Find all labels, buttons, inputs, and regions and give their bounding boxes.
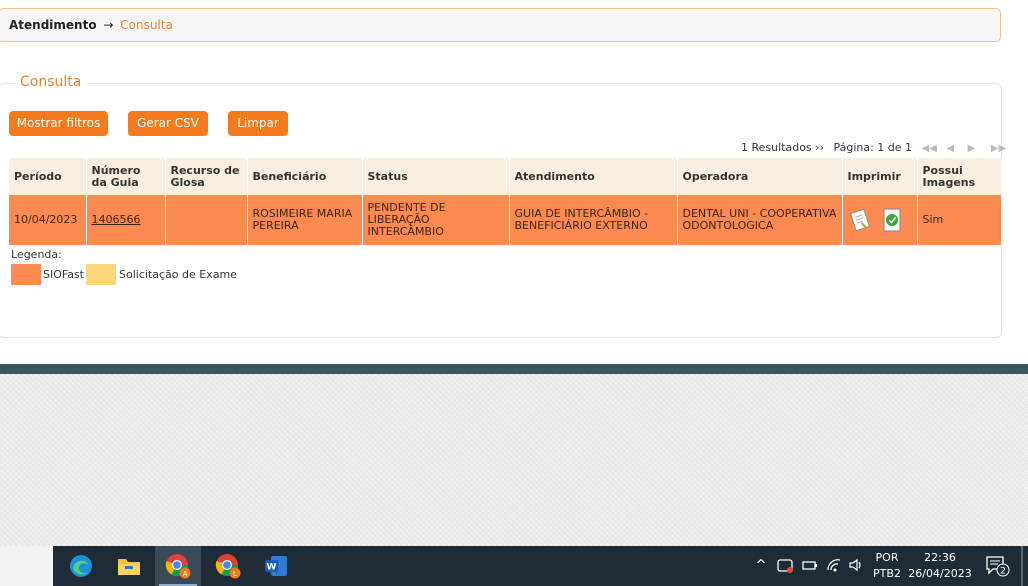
chrome-icon: L <box>215 554 241 579</box>
page-scrollbar[interactable] <box>1017 0 1028 364</box>
taskbar: A L W ^ POR PTB2 22:36 26/04/2023 2 <box>0 546 1028 586</box>
cell-imprimir <box>842 195 918 245</box>
cell-recurso-glosa <box>165 195 248 245</box>
panel-title: Consulta <box>14 74 88 90</box>
notification-icon: 2 <box>986 556 1010 577</box>
show-desktop-button[interactable] <box>1021 546 1023 586</box>
generate-csv-button[interactable]: Gerar CSV <box>128 111 208 136</box>
folder-icon <box>118 559 140 575</box>
cell-possui-imagens: Sim <box>917 195 1002 245</box>
show-filters-button[interactable]: Mostrar filtros <box>9 111 108 136</box>
chrome-profile-badge-a: A <box>183 570 188 578</box>
notification-center-button[interactable]: 2 <box>984 554 1012 578</box>
breadcrumb-root[interactable]: Atendimento <box>9 18 97 32</box>
clock-time: 22:36 <box>924 551 956 564</box>
legend-label-siofast: SIOFast <box>43 268 84 281</box>
next-page-icon[interactable]: ▶ <box>968 143 976 154</box>
cell-periodo: 10/04/2023 <box>9 195 87 245</box>
system-clock[interactable]: 22:36 26/04/2023 <box>906 550 974 582</box>
taskbar-file-explorer[interactable] <box>106 546 152 586</box>
breadcrumb: Atendimento → Consulta <box>0 8 1001 42</box>
word-letter: W <box>267 563 277 573</box>
pagination: 1 Resultados ›› Página: 1 de 1 ◀◀ ◀ ▶ ▶▶ <box>741 141 1006 156</box>
legend: SIOFast Solicitação de Exame <box>11 264 237 285</box>
header-imprimir: Imprimir <box>842 158 918 195</box>
input-language[interactable]: POR PTB2 <box>870 550 904 582</box>
table-header-row: Período Número da Guia Recurso de Glosa … <box>9 158 1002 195</box>
tray-network-icon[interactable] <box>824 556 844 576</box>
app-window: Atendimento → Consulta Consulta Mostrar … <box>0 0 1028 364</box>
taskbar-chrome-a[interactable]: A <box>155 546 201 586</box>
word-icon: W <box>265 556 287 576</box>
taskbar-edge[interactable] <box>58 546 104 586</box>
legend-title: Legenda: <box>11 248 62 261</box>
print-approved-icon[interactable] <box>882 208 902 232</box>
breadcrumb-current: Consulta <box>120 18 173 32</box>
header-possui-imagens[interactable]: Possui Imagens <box>917 158 1002 195</box>
desktop-background <box>0 374 1028 546</box>
taskbar-search-area[interactable] <box>0 546 53 586</box>
legend-swatch-exame <box>86 264 116 285</box>
prev-page-icon[interactable]: ◀ <box>946 143 954 154</box>
tray-chevron-icon[interactable]: ^ <box>751 556 771 576</box>
results-table: Período Número da Guia Recurso de Glosa … <box>9 158 1002 245</box>
first-page-icon[interactable]: ◀◀ <box>922 143 937 154</box>
tray-battery-icon[interactable] <box>800 556 820 576</box>
tray-volume-icon[interactable] <box>846 556 866 576</box>
last-page-icon[interactable]: ▶▶ <box>991 143 1006 154</box>
chrome-profile-badge-l: L <box>233 570 237 578</box>
results-count: 1 Resultados ›› <box>741 141 824 154</box>
table-row[interactable]: 10/04/2023 1406566 ROSIMEIRE MARIA PEREI… <box>9 195 1002 245</box>
breadcrumb-arrow: → <box>103 18 114 32</box>
cell-beneficiario: ROSIMEIRE MARIA PEREIRA <box>247 195 363 245</box>
cell-operadora: DENTAL UNI - COOPERATIVA ODONTOLOGICA <box>677 195 843 245</box>
language-code: POR <box>875 551 899 564</box>
header-recurso-glosa[interactable]: Recurso de Glosa <box>165 158 248 195</box>
cell-numero-guia: 1406566 <box>86 195 166 245</box>
edge-icon <box>70 555 92 577</box>
taskbar-chrome-l[interactable]: L <box>205 546 251 586</box>
clear-button[interactable]: Limpar <box>228 111 288 136</box>
clock-date: 26/04/2023 <box>908 567 972 580</box>
header-numero-guia[interactable]: Número da Guia <box>86 158 166 195</box>
header-beneficiario[interactable]: Beneficiário <box>247 158 363 195</box>
window-border <box>0 364 1028 374</box>
taskbar-word[interactable]: W <box>253 546 299 586</box>
keyboard-layout: PTB2 <box>873 567 901 580</box>
header-operadora[interactable]: Operadora <box>677 158 843 195</box>
page-info: Página: 1 de 1 <box>833 141 913 154</box>
chrome-icon: A <box>165 554 191 579</box>
header-periodo[interactable]: Período <box>9 158 87 195</box>
legend-label-exame: Solicitação de Exame <box>119 268 237 281</box>
header-status[interactable]: Status <box>362 158 510 195</box>
cell-atendimento: GUIA DE INTERCÂMBIO - BENEFICIÁRIO EXTER… <box>509 195 678 245</box>
cell-status: PENDENTE DE LIBERAÇÃO INTERCÂMBIO <box>362 195 510 245</box>
legend-swatch-siofast <box>11 264 41 285</box>
guia-link[interactable]: 1406566 <box>92 213 141 226</box>
header-atendimento[interactable]: Atendimento <box>509 158 678 195</box>
tray-meet-now-icon[interactable] <box>775 556 795 576</box>
notification-count: 2 <box>1000 567 1006 577</box>
print-document-icon[interactable] <box>848 208 872 232</box>
